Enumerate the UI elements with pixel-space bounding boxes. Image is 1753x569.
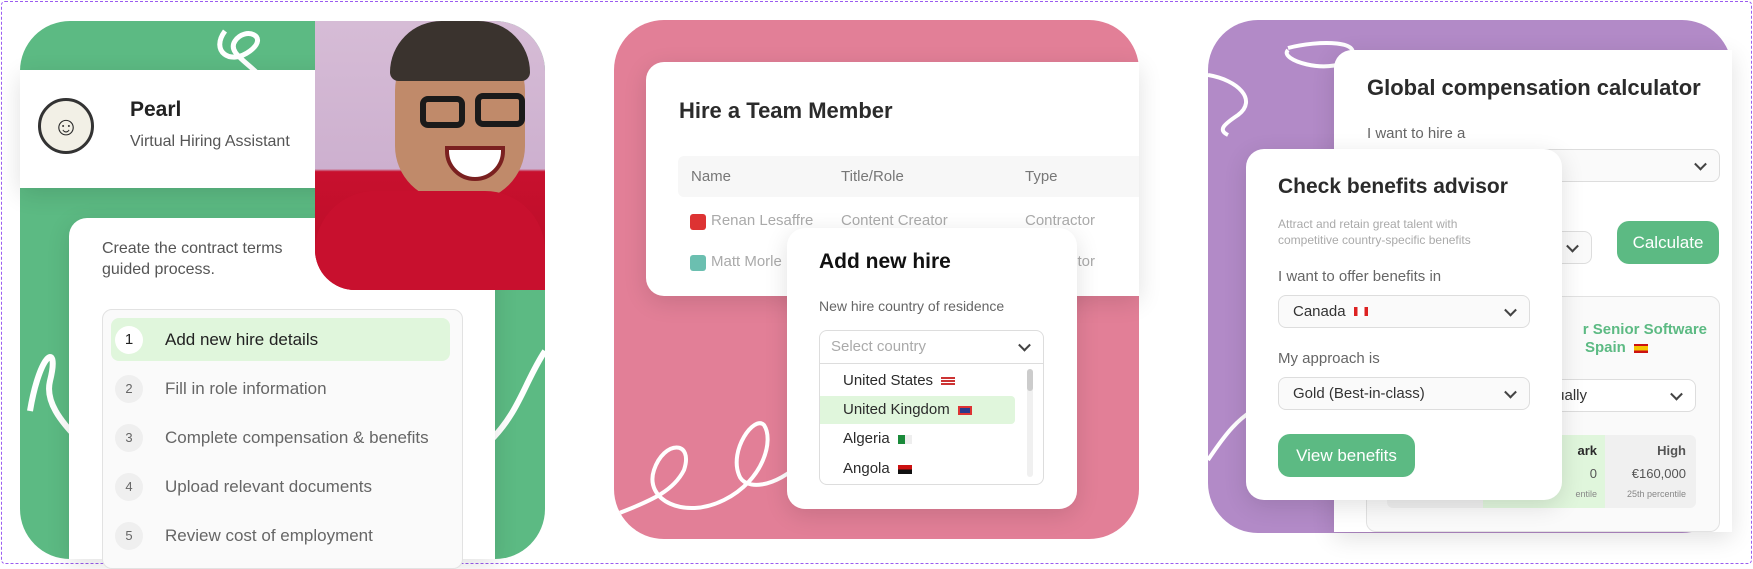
column-name[interactable]: Name <box>691 168 731 185</box>
step-number: 3 <box>115 423 143 452</box>
step-number: 4 <box>115 472 143 501</box>
avatar <box>690 255 706 271</box>
advisor-title: Check benefits advisor <box>1278 175 1508 198</box>
option-united-states[interactable]: United States <box>820 367 1015 395</box>
country-label: New hire country of residence <box>819 298 1005 314</box>
us-flag-icon <box>941 376 956 386</box>
chevron-down-icon <box>1566 239 1579 253</box>
option-united-kingdom[interactable]: United Kingdom <box>820 396 1015 424</box>
step-3[interactable]: 3 Complete compensation & benefits <box>111 416 450 459</box>
hire-label: I want to hire a <box>1367 125 1466 142</box>
step-label: Complete compensation & benefits <box>165 427 429 447</box>
person-photo <box>315 21 545 290</box>
option-angola[interactable]: Angola <box>820 455 1015 483</box>
chevron-down-icon <box>1018 338 1031 352</box>
step-4[interactable]: 4 Upload relevant documents <box>111 465 450 508</box>
uk-flag-icon <box>957 405 972 415</box>
intro-line-1: Create the contract terms <box>102 240 283 257</box>
cell-type: Contractor <box>1025 212 1096 229</box>
cell-role: Content Creator <box>841 212 948 229</box>
advisor-description: Attract and retain great talent with comp… <box>1278 217 1471 247</box>
algeria-flag-icon <box>897 434 912 444</box>
column-title-role[interactable]: Title/Role <box>841 168 904 185</box>
result-role: r Senior Software <box>1582 321 1707 338</box>
chevron-down-icon <box>1504 385 1517 399</box>
result-country: Spain <box>1585 339 1648 356</box>
option-algeria[interactable]: Algeria <box>820 425 1015 453</box>
chevron-down-icon <box>1504 303 1517 317</box>
step-label: Upload relevant documents <box>165 476 372 496</box>
view-benefits-button[interactable]: View benefits <box>1278 434 1415 477</box>
approach-label: My approach is <box>1278 350 1380 367</box>
modal-title: Add new hire <box>819 250 951 273</box>
step-label: Add new hire details <box>165 329 319 349</box>
step-5[interactable]: 5 Review cost of employment <box>111 514 450 557</box>
avatar <box>690 214 706 230</box>
intro-text: Create the contract terms guided process. <box>102 238 283 280</box>
step-label: Fill in role information <box>165 378 327 398</box>
page-title: Hire a Team Member <box>679 98 893 123</box>
cell-name: Matt Morle <box>711 253 782 270</box>
step-2[interactable]: 2 Fill in role information <box>111 367 450 410</box>
table-header: Name Title/Role Type <box>678 156 1139 197</box>
column-type[interactable]: Type <box>1025 168 1058 185</box>
step-label: Review cost of employment <box>165 525 373 545</box>
assistant-role: Virtual Hiring Assistant <box>130 133 290 150</box>
steps-list: 1 Add new hire details 2 Fill in role info… <box>102 309 463 569</box>
country-select-input[interactable]: Select country <box>820 331 1043 364</box>
intro-line-2: guided process. <box>102 261 215 278</box>
assistant-name: Pearl <box>130 98 182 121</box>
spain-flag-icon <box>1633 343 1648 353</box>
angola-flag-icon <box>897 464 912 474</box>
canada-flag-icon <box>1353 307 1368 316</box>
step-number: 5 <box>115 521 143 550</box>
approach-select[interactable]: Gold (Best-in-class) <box>1278 377 1530 410</box>
chevron-down-icon <box>1694 157 1707 171</box>
pearl-avatar: ☺ <box>38 98 94 154</box>
benefits-country-label: I want to offer benefits in <box>1278 268 1442 285</box>
cell-name: Renan Lesaffre <box>711 212 814 229</box>
country-select[interactable]: Select country United States United King… <box>819 330 1044 485</box>
high-column: High €160,000 25th percentile <box>1626 443 1686 499</box>
step-number: 2 <box>115 374 143 403</box>
step-number: 1 <box>115 325 143 354</box>
chevron-down-icon <box>1670 387 1683 401</box>
step-1[interactable]: 1 Add new hire details <box>111 318 450 361</box>
pearl-card: ☺ Pearl Virtual Hiring Assistant <box>20 70 357 188</box>
calculator-title: Global compensation calculator <box>1367 75 1701 100</box>
benefits-advisor-modal: Check benefits advisor Attract and retai… <box>1246 149 1562 500</box>
benefits-country-select[interactable]: Canada <box>1278 295 1530 328</box>
add-new-hire-modal: Add new hire New hire country of residen… <box>787 228 1077 509</box>
scrollbar[interactable] <box>1027 369 1033 477</box>
placeholder: Select country <box>831 338 927 355</box>
calculate-button[interactable]: Calculate <box>1617 221 1719 264</box>
